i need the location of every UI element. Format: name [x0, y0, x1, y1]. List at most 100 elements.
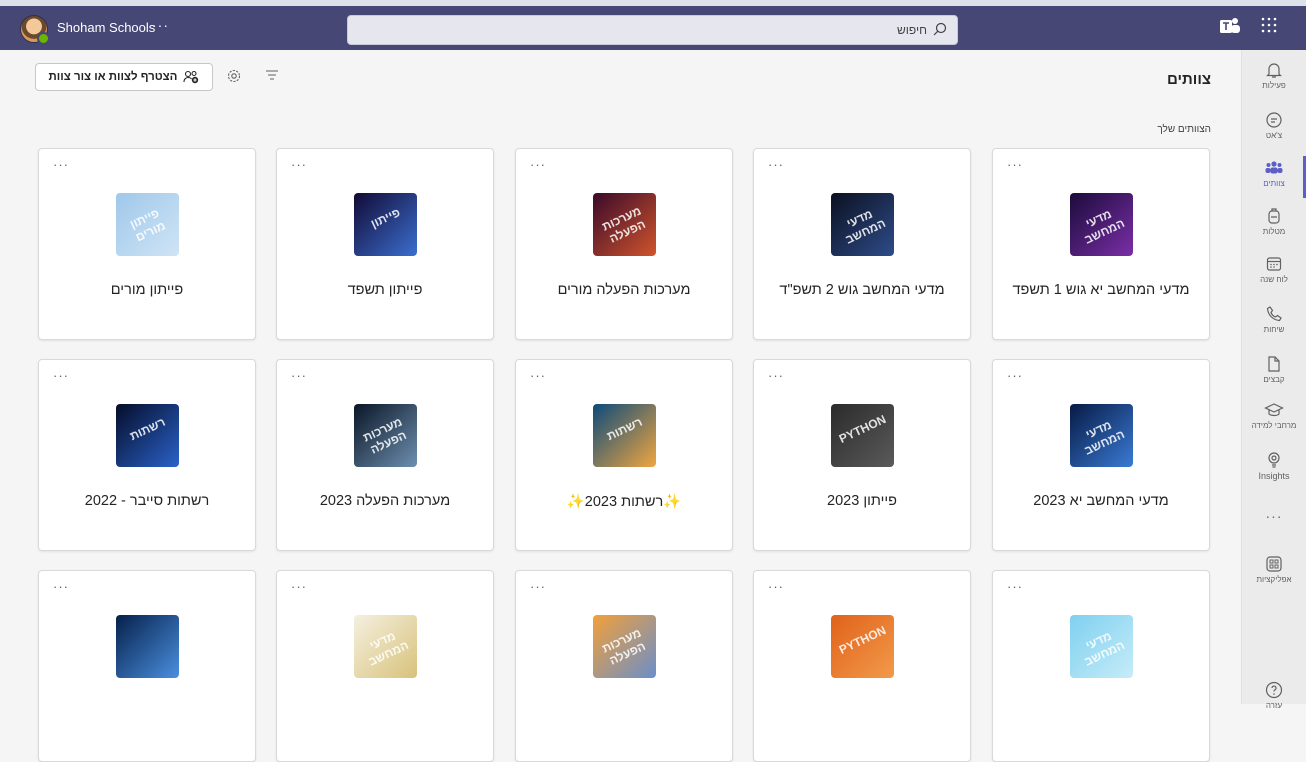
rail-label: צ'אט: [1265, 131, 1283, 140]
calendar-icon: [1266, 257, 1282, 271]
rail-more-button[interactable]: ···: [1242, 508, 1306, 524]
team-options-button[interactable]: ···: [1007, 368, 1023, 383]
team-card[interactable]: ··· PYTHON פייתון 2023: [753, 359, 971, 551]
team-options-button[interactable]: ···: [530, 368, 546, 383]
rail-item-calendar[interactable]: לוח שנה: [1242, 250, 1306, 296]
rail-label: קבצים: [1263, 375, 1285, 384]
team-image-text: פייתון מורים: [127, 205, 168, 245]
team-options-button[interactable]: ···: [530, 157, 546, 172]
team-image: PYTHON: [831, 615, 894, 678]
team-image-text: רשתות: [127, 414, 168, 444]
team-image-text: [119, 620, 176, 647]
team-image: מדעי המחשב: [1070, 193, 1133, 256]
team-card[interactable]: ··· PYTHON: [753, 570, 971, 762]
team-card[interactable]: ··· מדעי המחשב מדעי המחשב יא 2023: [992, 359, 1210, 551]
search-placeholder: חיפוש: [897, 23, 927, 37]
graduation-cap-icon: [1264, 403, 1284, 417]
team-card[interactable]: ··· מערכות הפעלה מערכות הפעלה 2023: [276, 359, 494, 551]
team-card[interactable]: ··· מדעי המחשב מדעי המחשב יא גוש 1 תשפד: [992, 148, 1210, 340]
team-image-text: רשתות: [604, 414, 645, 444]
team-options-button[interactable]: ···: [53, 368, 69, 383]
team-card[interactable]: ··· פייתון פייתון תשפד: [276, 148, 494, 340]
team-options-button[interactable]: ···: [291, 579, 307, 594]
team-name: מערכות הפעלה מורים: [557, 282, 691, 298]
team-card[interactable]: ···: [38, 570, 256, 762]
team-options-button[interactable]: ···: [768, 579, 784, 594]
search-icon: [933, 22, 947, 36]
teams-icon: [1265, 161, 1283, 174]
join-or-create-team-button[interactable]: הצטרף לצוות או צור צוות: [35, 63, 213, 91]
team-options-button[interactable]: ···: [1007, 579, 1023, 594]
team-card[interactable]: ··· רשתות רשתות סייבר - 2022: [38, 359, 256, 551]
manage-teams-gear-icon[interactable]: [226, 68, 242, 84]
team-image-text: מדעי המחשב: [1082, 417, 1127, 458]
team-image: רשתות: [116, 404, 179, 467]
team-options-button[interactable]: ···: [1007, 157, 1023, 172]
rail-label: מטלות: [1262, 227, 1286, 236]
team-options-button[interactable]: ···: [768, 368, 784, 383]
team-card[interactable]: ··· רשתות ✨רשתות 2023✨: [515, 359, 733, 551]
rail-item-insights[interactable]: Insights: [1242, 446, 1306, 492]
rail-label: אפליקציות: [1256, 575, 1292, 584]
app-launcher-icon[interactable]: [1261, 17, 1277, 33]
team-image: מערכות הפעלה: [593, 615, 656, 678]
rail-item-help[interactable]: עזרה: [1242, 676, 1306, 722]
team-image-text: מדעי המחשב: [366, 628, 411, 669]
org-name[interactable]: Shoham Schools: [57, 20, 155, 35]
team-image: מערכות הפעלה: [593, 193, 656, 256]
team-card[interactable]: ··· מערכות הפעלה מערכות הפעלה מורים: [515, 148, 733, 340]
team-options-button[interactable]: ···: [53, 157, 69, 172]
rail-label: לוח שנה: [1260, 275, 1288, 284]
rail-item-activity[interactable]: פעילות: [1242, 56, 1306, 102]
team-image-text: מדעי המחשב: [843, 206, 888, 247]
team-options-button[interactable]: ···: [53, 579, 69, 594]
phone-icon: [1266, 306, 1282, 322]
team-options-button[interactable]: ···: [291, 157, 307, 172]
team-name: רשתות סייבר - 2022: [84, 493, 210, 509]
team-image-text: מערכות הפעלה: [360, 414, 409, 457]
team-image: פייתון מורים: [116, 193, 179, 256]
top-bar: Shoham Schools ··· חיפוש: [0, 0, 1306, 50]
team-name: מדעי המחשב יא גוש 1 תשפד: [1012, 282, 1190, 298]
team-options-button[interactable]: ···: [768, 157, 784, 172]
rail-label: מרחבי למידה: [1251, 421, 1297, 430]
rail-label: צוותים: [1263, 179, 1285, 188]
rail-item-apps[interactable]: אפליקציות: [1242, 550, 1306, 596]
teams-logo-icon[interactable]: [1219, 17, 1241, 37]
team-image: פייתון: [354, 193, 417, 256]
team-card[interactable]: ··· מערכות הפעלה: [515, 570, 733, 762]
apps-icon: [1266, 556, 1282, 572]
team-name: פייתון תשפד: [347, 282, 423, 298]
team-card[interactable]: ··· מדעי המחשב: [992, 570, 1210, 762]
team-name: מדעי המחשב גוש 2 תשפ"ד: [779, 282, 945, 298]
rail-item-files[interactable]: קבצים: [1242, 350, 1306, 396]
rail-item-assignments[interactable]: מטלות: [1242, 202, 1306, 248]
help-icon: [1265, 681, 1283, 699]
team-card[interactable]: ··· מדעי המחשב: [276, 570, 494, 762]
rail-label: שיחות: [1263, 325, 1285, 334]
team-options-button[interactable]: ···: [291, 368, 307, 383]
rail-item-learning[interactable]: מרחבי למידה: [1242, 396, 1306, 442]
team-image: רשתות: [593, 404, 656, 467]
presence-available-icon: [37, 32, 50, 45]
rail-item-calls[interactable]: שיחות: [1242, 300, 1306, 346]
rail-item-chat[interactable]: צ'אט: [1242, 106, 1306, 152]
team-options-button[interactable]: ···: [530, 579, 546, 594]
filter-icon[interactable]: [265, 69, 279, 81]
rail-label: פעילות: [1262, 81, 1286, 90]
lightbulb-icon: [1268, 452, 1280, 468]
team-image-text: פייתון: [368, 205, 403, 231]
team-image-text: מערכות הפעלה: [599, 625, 648, 668]
org-more-button[interactable]: ···: [152, 17, 169, 33]
team-card[interactable]: ··· פייתון מורים פייתון מורים: [38, 148, 256, 340]
team-name: מדעי המחשב יא 2023: [1033, 493, 1169, 509]
team-image-text: מדעי המחשב: [1082, 628, 1127, 669]
team-card[interactable]: ··· מדעי המחשב מדעי המחשב גוש 2 תשפ"ד: [753, 148, 971, 340]
search-input[interactable]: חיפוש: [347, 15, 958, 45]
team-image: [116, 615, 179, 678]
rail-item-teams[interactable]: צוותים: [1242, 154, 1306, 200]
profile-avatar[interactable]: [20, 15, 50, 45]
bell-icon: [1266, 63, 1282, 78]
file-icon: [1268, 356, 1280, 372]
team-image: מדעי המחשב: [354, 615, 417, 678]
